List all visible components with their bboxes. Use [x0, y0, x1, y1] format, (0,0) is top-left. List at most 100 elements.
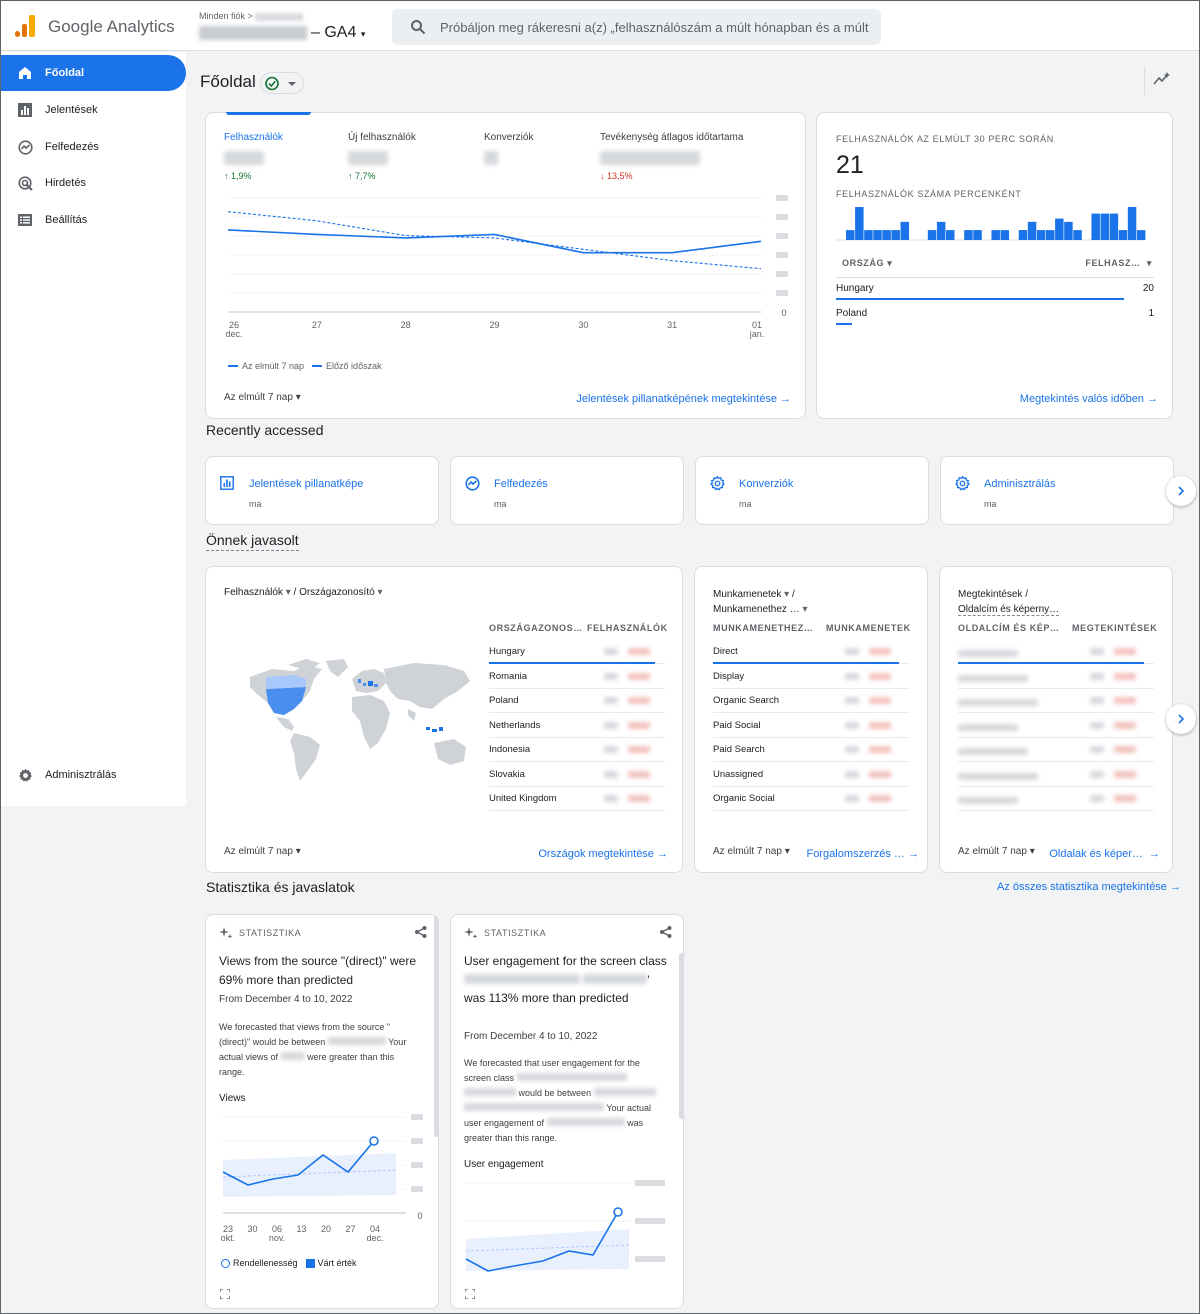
sessions-dimension-selector[interactable]: Munkamenetek ▾ / Munkamenethez … ▾	[713, 587, 808, 617]
view-acquisition-link[interactable]: Forgalomszerzés … →	[807, 848, 919, 860]
table-row[interactable]	[958, 671, 1164, 693]
recent-item-card[interactable]: Adminisztrálás ma	[940, 456, 1174, 525]
sidebar-item-reports[interactable]: Jelentések	[1, 92, 186, 128]
table-row[interactable]: United Kingdom	[489, 793, 675, 815]
table-row[interactable]: Netherlands	[489, 720, 675, 742]
table-row[interactable]: Unassigned	[713, 769, 919, 791]
recent-item-card[interactable]: Jelentések pillanatképe ma	[205, 456, 439, 525]
share-icon[interactable]	[659, 925, 673, 939]
sidebar-item-advertising[interactable]: Hirdetés	[1, 165, 186, 201]
next-arrow-button[interactable]	[1166, 704, 1196, 734]
table-row[interactable]	[958, 695, 1164, 717]
status-chip[interactable]	[260, 72, 304, 94]
insight-card[interactable]: Statisztika Views from the source "(dire…	[205, 914, 439, 1309]
metric-tab[interactable]: Tevékenység átlagos időtartama ↓ 13,5%	[600, 132, 743, 181]
minute-bar[interactable]	[1036, 230, 1046, 240]
table-row[interactable]: Romania	[489, 671, 675, 693]
minute-bar[interactable]	[891, 230, 900, 240]
minute-bar[interactable]	[1100, 213, 1110, 240]
minute-bar[interactable]	[855, 207, 864, 240]
view-pages-link[interactable]: Oldalak és képer… →	[1049, 848, 1160, 860]
minute-bar[interactable]	[846, 230, 855, 240]
table-row[interactable]: Poland	[489, 695, 675, 717]
metric-tab[interactable]: Konverziók	[484, 132, 533, 167]
recent-item-card[interactable]: Konverziók ma	[695, 456, 929, 525]
minute-bar[interactable]	[882, 230, 891, 240]
date-range-dropdown[interactable]: Az elmúlt 7 nap ▾	[224, 392, 301, 403]
table-row[interactable]: Paid Social	[713, 720, 919, 742]
property-selector[interactable]: – GA4 ▾	[199, 24, 365, 42]
table-row[interactable]	[958, 744, 1164, 766]
sessions-column-header[interactable]: Munkamenetek	[826, 623, 911, 633]
page-title-column-header[interactable]: Oldalcím és kép…	[958, 623, 1060, 633]
sidebar-item-explore[interactable]: Felfedezés	[1, 129, 186, 165]
view-all-insights-link[interactable]: Az összes statisztika megtekintése →	[997, 881, 1181, 893]
table-row[interactable]	[958, 793, 1164, 815]
minute-bar[interactable]	[946, 230, 955, 240]
expand-icon[interactable]	[220, 1289, 230, 1299]
table-row[interactable]: Organic Social	[713, 793, 919, 815]
minute-bar[interactable]	[936, 221, 946, 240]
view-reports-snapshot-link[interactable]: Jelentések pillanatképének megtekintése …	[576, 393, 791, 405]
minute-bar[interactable]	[1055, 218, 1064, 240]
countries-dimension-selector[interactable]: Felhasználók ▾ / Országazonosító ▾	[224, 587, 382, 598]
channel-column-header[interactable]: Munkamenethez…	[713, 623, 813, 633]
minute-bar[interactable]	[900, 221, 910, 240]
country-column-header[interactable]: Országazonos…	[489, 623, 583, 633]
minute-bar[interactable]	[864, 230, 873, 240]
scrollbar[interactable]	[434, 915, 438, 1137]
table-row[interactable]: Organic Search	[713, 695, 919, 717]
recent-item-card[interactable]: Felfedezés ma	[450, 456, 684, 525]
minute-bar[interactable]	[1064, 221, 1073, 240]
anomaly-point[interactable]	[613, 1207, 623, 1217]
table-row[interactable]	[958, 769, 1164, 791]
date-range-dropdown[interactable]: Az elmúlt 7 nap ▾	[713, 846, 790, 857]
view-countries-link[interactable]: Országok megtekintése →	[538, 848, 668, 860]
minute-bar[interactable]	[1109, 213, 1119, 240]
table-row[interactable]: Paid Search	[713, 744, 919, 766]
minute-bar[interactable]	[964, 230, 973, 240]
minute-bar[interactable]	[1046, 230, 1055, 240]
minute-bar[interactable]	[873, 230, 882, 240]
search-bar[interactable]: Próbáljon meg rákeresni a(z) „felhasznál…	[392, 9, 881, 45]
table-row[interactable]	[958, 720, 1164, 742]
scrollbar[interactable]	[679, 953, 683, 1119]
users-column-header[interactable]: Felhasználók	[587, 623, 668, 633]
minute-bar[interactable]	[973, 230, 982, 240]
insight-card[interactable]: Statisztika User engagement for the scre…	[450, 914, 684, 1309]
pages-dimension-selector[interactable]: Megtekintések / Oldalcím és képerny…	[958, 587, 1060, 617]
minute-bar[interactable]	[991, 230, 1000, 240]
minute-bar[interactable]	[1000, 230, 1010, 240]
analytics-logo[interactable]	[15, 15, 35, 37]
table-row[interactable]: Direct	[713, 646, 919, 668]
minute-bar[interactable]	[1073, 230, 1082, 240]
table-row[interactable]	[958, 646, 1164, 668]
minute-bar[interactable]	[1136, 230, 1146, 240]
table-row[interactable]: Display	[713, 671, 919, 693]
metric-tab[interactable]: Felhasználók ↑ 1,9%	[224, 132, 283, 181]
table-row[interactable]: Indonesia	[489, 744, 675, 766]
realtime-row[interactable]: Poland 1	[836, 308, 1154, 330]
minute-bar[interactable]	[1091, 213, 1100, 240]
date-range-dropdown[interactable]: Az elmúlt 7 nap ▾	[958, 846, 1035, 857]
minute-bar[interactable]	[1027, 221, 1037, 240]
sidebar-item-configure[interactable]: Beállítás	[1, 202, 186, 238]
metric-tab[interactable]: Új felhasználók ↑ 7,7%	[348, 132, 416, 181]
view-realtime-link[interactable]: Megtekintés valós időben →	[1020, 393, 1158, 405]
date-range-dropdown[interactable]: Az elmúlt 7 nap ▾	[224, 846, 301, 857]
users-column-header[interactable]: Felhasz… ▾	[1085, 258, 1152, 269]
sidebar-item-admin[interactable]: Adminisztrálás	[1, 757, 186, 793]
minute-bar[interactable]	[1018, 230, 1028, 240]
table-row[interactable]: Slovakia	[489, 769, 675, 791]
views-column-header[interactable]: Megtekintések	[1072, 623, 1157, 633]
anomaly-point[interactable]	[369, 1136, 379, 1146]
minute-bar[interactable]	[1118, 230, 1128, 240]
table-row[interactable]: Hungary	[489, 646, 675, 668]
next-arrow-button[interactable]	[1166, 476, 1196, 506]
sidebar-item-home[interactable]: Főoldal	[1, 55, 186, 91]
insights-toggle-icon[interactable]	[1153, 71, 1171, 87]
country-column-header[interactable]: Ország ▾	[842, 258, 892, 269]
minute-bar[interactable]	[927, 230, 937, 240]
share-icon[interactable]	[414, 925, 428, 939]
minute-bar[interactable]	[1127, 207, 1137, 240]
